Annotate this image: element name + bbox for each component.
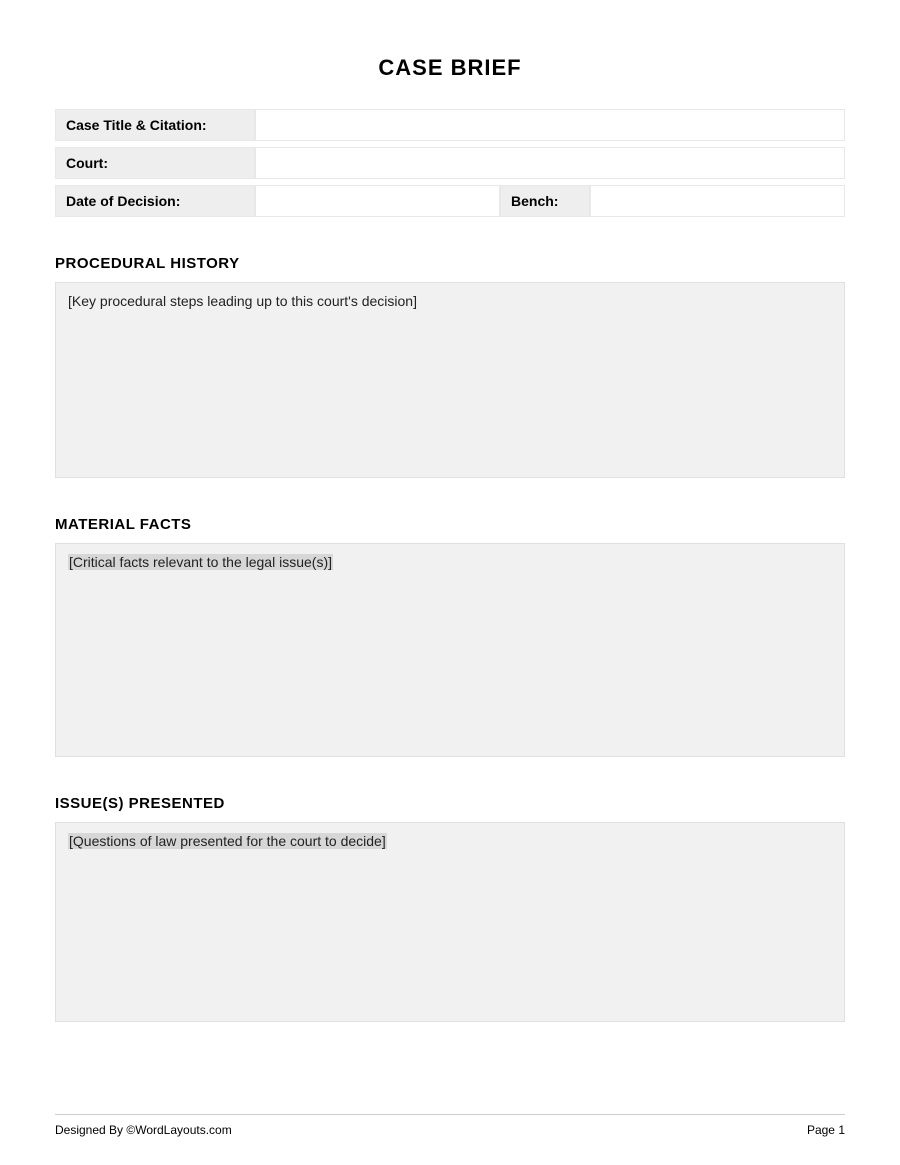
issues-presented-textbox[interactable]: [Questions of law presented for the cour… xyxy=(55,822,845,1022)
footer-credit: Designed By ©WordLayouts.com xyxy=(55,1123,232,1137)
date-input[interactable] xyxy=(255,185,500,217)
court-label: Court: xyxy=(55,147,255,179)
bench-label: Bench: xyxy=(500,185,590,217)
footer: Designed By ©WordLayouts.com Page 1 xyxy=(55,1114,845,1137)
issues-presented-placeholder: [Questions of law presented for the cour… xyxy=(68,833,387,849)
issues-presented-heading: ISSUE(S) PRESENTED xyxy=(55,795,845,812)
material-facts-heading: MATERIAL FACTS xyxy=(55,516,845,533)
document-title: CASE BRIEF xyxy=(55,55,845,81)
procedural-history-placeholder: [Key procedural steps leading up to this… xyxy=(68,293,417,309)
bench-input[interactable] xyxy=(590,185,845,217)
material-facts-textbox[interactable]: [Critical facts relevant to the legal is… xyxy=(55,543,845,757)
procedural-history-heading: PROCEDURAL HISTORY xyxy=(55,255,845,272)
case-title-input[interactable] xyxy=(255,109,845,141)
case-title-label: Case Title & Citation: xyxy=(55,109,255,141)
date-label: Date of Decision: xyxy=(55,185,255,217)
page-content: CASE BRIEF Case Title & Citation: Court:… xyxy=(0,0,900,1022)
court-input[interactable] xyxy=(255,147,845,179)
footer-page-number: Page 1 xyxy=(807,1123,845,1137)
material-facts-placeholder: [Critical facts relevant to the legal is… xyxy=(68,554,333,570)
procedural-history-textbox[interactable]: [Key procedural steps leading up to this… xyxy=(55,282,845,478)
header-table: Case Title & Citation: Court: Date of De… xyxy=(55,109,845,217)
